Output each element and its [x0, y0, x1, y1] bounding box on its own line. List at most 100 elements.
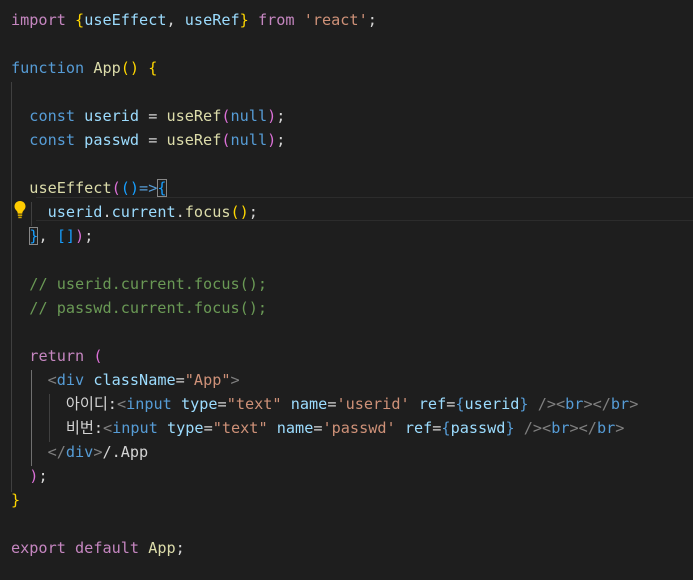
arrow-operator: =>	[139, 179, 158, 197]
code-line-1: import {useEffect, useRef} from 'react';	[11, 8, 377, 32]
variable-userid: userid	[47, 203, 103, 221]
function-call: useEffect	[29, 179, 112, 197]
bracket: (	[93, 347, 103, 365]
code-editor[interactable]: import {useEffect, useRef} from 'react';…	[0, 8, 693, 580]
punct: =	[175, 371, 185, 389]
punct: =	[139, 131, 167, 149]
jsx-bracket: <	[542, 419, 552, 437]
jsx-expression-brace: }	[505, 419, 515, 437]
code-line-21: }	[11, 488, 20, 512]
function-call: useRef	[166, 107, 222, 125]
jsx-attribute: name	[276, 419, 314, 437]
jsx-text-label: 비번:	[65, 419, 103, 437]
string: "text"	[212, 419, 268, 437]
jsx-attribute: type	[167, 419, 204, 437]
literal-null: null	[230, 131, 268, 149]
code-line-18: 비번:<input type="text" name='passwd' ref=…	[11, 416, 625, 440]
jsx-attribute: className	[93, 371, 176, 389]
jsx-tag-input: input	[112, 419, 158, 437]
bracket: (	[221, 131, 231, 149]
jsx-text: /.App	[102, 443, 149, 461]
code-line-17: 아이디:<input type="text" name='userid' ref…	[11, 392, 638, 416]
punct: .	[175, 203, 185, 221]
jsx-bracket: />	[528, 395, 556, 413]
keyword-from: from	[257, 11, 295, 29]
bracket: ()	[120, 59, 140, 77]
code-line-16: <div className="App">	[11, 368, 240, 392]
comment: // userid.current.focus();	[29, 275, 268, 293]
punct: ;	[84, 227, 94, 245]
bracket: )	[75, 227, 85, 245]
keyword-const: const	[29, 131, 76, 149]
code-line-6: const passwd = useRef(null);	[11, 128, 285, 152]
jsx-tag-br: br	[596, 419, 616, 437]
variable-passwd: passwd	[84, 131, 140, 149]
property-current: current	[111, 203, 176, 221]
punct: =	[203, 419, 213, 437]
punct: ;	[367, 11, 377, 29]
code-line-3: function App() {	[11, 56, 157, 80]
method-focus: focus	[184, 203, 231, 221]
jsx-text-label: 아이디:	[65, 395, 117, 413]
jsx-attribute: ref	[404, 419, 433, 437]
jsx-bracket: </	[592, 395, 611, 413]
punct: =	[313, 419, 323, 437]
bracket: {	[75, 11, 85, 29]
code-line-10: }, []);	[11, 224, 93, 248]
jsx-expression-brace: {	[441, 419, 451, 437]
bracket: (	[221, 107, 231, 125]
punct: =	[217, 395, 227, 413]
jsx-bracket: >	[569, 419, 579, 437]
literal-null: null	[230, 107, 268, 125]
string: "text"	[226, 395, 282, 413]
function-name: App	[148, 539, 176, 557]
jsx-attribute: type	[180, 395, 218, 413]
punct: ,	[38, 227, 57, 245]
string: 'passwd'	[322, 419, 396, 437]
keyword-return: return	[29, 347, 85, 365]
code-line-20: );	[11, 464, 48, 488]
bracket: }	[239, 11, 249, 29]
jsx-attribute: ref	[418, 395, 447, 413]
jsx-expression-brace: }	[519, 395, 529, 413]
jsx-attribute: name	[290, 395, 328, 413]
variable: userid	[464, 395, 520, 413]
keyword-default: default	[75, 539, 140, 557]
bracket: ()	[120, 179, 140, 197]
code-line-23: export default App;	[11, 536, 185, 560]
keyword-import: import	[11, 11, 66, 29]
code-line-5: const userid = useRef(null);	[11, 104, 285, 128]
identifier-useref: useRef	[184, 11, 240, 29]
punct: ;	[276, 131, 286, 149]
jsx-bracket: >	[629, 395, 639, 413]
jsx-tag-div: div	[56, 371, 85, 389]
punct: ;	[276, 107, 286, 125]
variable-userid: userid	[84, 107, 140, 125]
jsx-bracket: <	[47, 371, 57, 389]
jsx-tag-br: br	[551, 419, 570, 437]
code-line-15: return (	[11, 344, 102, 368]
jsx-tag-input: input	[126, 395, 172, 413]
bracket: {	[148, 59, 158, 77]
jsx-tag-div: div	[65, 443, 94, 461]
code-line-8: useEffect(()=>{	[11, 176, 167, 200]
punct: .	[102, 203, 112, 221]
string: "App"	[184, 371, 231, 389]
punct: ;	[175, 539, 185, 557]
code-line-12: // userid.current.focus();	[11, 272, 267, 296]
bracket: ()	[230, 203, 249, 221]
keyword-export: export	[11, 539, 66, 557]
punct: ;	[38, 467, 48, 485]
jsx-bracket: </	[578, 419, 597, 437]
jsx-bracket: >	[615, 419, 625, 437]
punct: ;	[248, 203, 258, 221]
punct: ,	[166, 11, 185, 29]
jsx-bracket: </	[47, 443, 66, 461]
punct: =	[446, 395, 456, 413]
jsx-tag-br: br	[610, 395, 630, 413]
string: 'userid'	[336, 395, 410, 413]
jsx-bracket: >	[230, 371, 240, 389]
bracket-match-open: {	[157, 179, 167, 197]
code-line-9: userid.current.focus();	[11, 200, 258, 224]
identifier-useeffect: useEffect	[84, 11, 167, 29]
